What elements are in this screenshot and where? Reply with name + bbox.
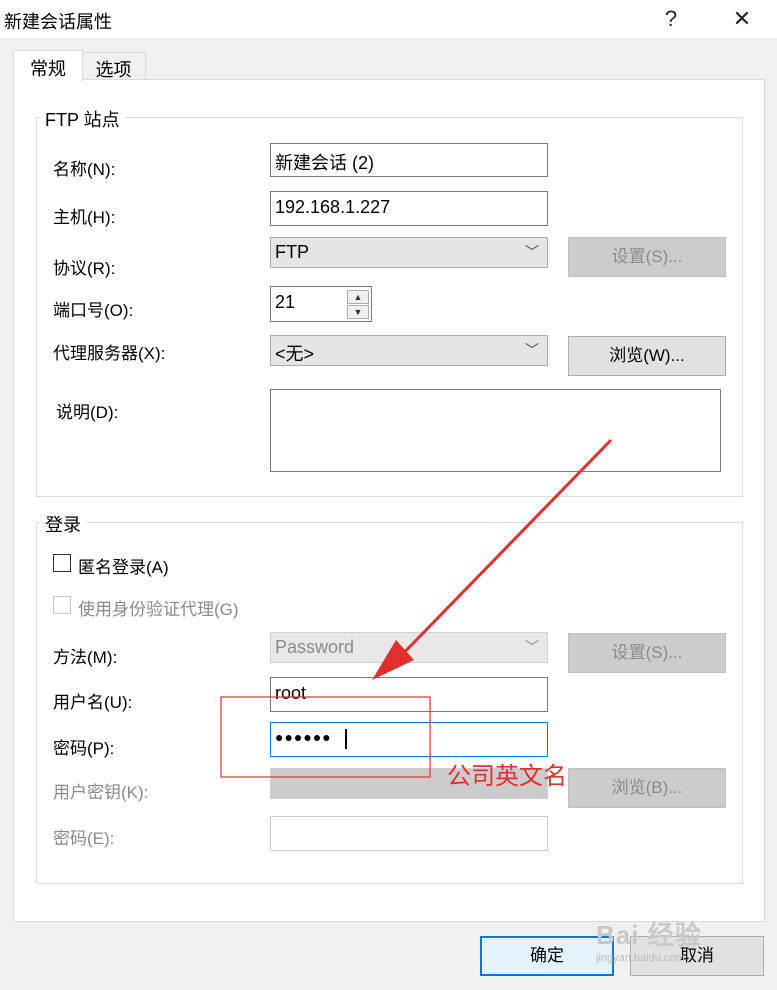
port-stepper[interactable]: 21 ▲ ▼ xyxy=(270,286,372,322)
properties-dialog: 新建会话属性 ? ✕ 常规 选项 FTP 站点 名称(N): 新建会话 (2) … xyxy=(0,0,777,990)
chevron-down-icon: ﹀ xyxy=(525,342,539,358)
proxy-label: 代理服务器(X): xyxy=(53,344,166,363)
name-label: 名称(N): xyxy=(53,160,116,179)
help-button[interactable]: ? xyxy=(651,4,691,34)
protocol-select[interactable]: FTP ﹀ xyxy=(270,237,548,268)
method-label: 方法(M): xyxy=(53,648,118,667)
chevron-down-icon: ﹀ xyxy=(525,639,539,655)
password-field[interactable]: ●●●●●● xyxy=(270,722,548,757)
text-cursor xyxy=(345,729,347,749)
host-label: 主机(H): xyxy=(53,208,116,227)
window-title: 新建会话属性 xyxy=(4,12,112,32)
passphrase-field[interactable] xyxy=(270,816,548,851)
ok-button[interactable]: 确定 xyxy=(480,936,614,976)
proxy-browse-button[interactable]: 浏览(W)... xyxy=(568,336,726,376)
tab-general[interactable]: 常规 xyxy=(13,50,83,82)
user-key-label: 用户密钥(K): xyxy=(53,783,149,802)
auth-agent-checkbox[interactable] xyxy=(53,596,71,614)
close-button[interactable]: ✕ xyxy=(722,4,762,34)
chevron-down-icon: ﹀ xyxy=(525,244,539,260)
watermark: Bai 经验 jingyan.baidu.com xyxy=(596,915,702,964)
protocol-settings-button[interactable]: 设置(S)... xyxy=(568,237,726,277)
tab-panel-general: FTP 站点 名称(N): 新建会话 (2) 主机(H): 192.168.1.… xyxy=(13,79,765,922)
username-field[interactable]: root xyxy=(270,677,548,712)
user-key-browse-button[interactable]: 浏览(B)... xyxy=(568,768,726,808)
host-field[interactable]: 192.168.1.227 xyxy=(270,191,548,226)
name-field-value: 新建会话 (2) xyxy=(275,153,374,173)
watermark-logo: Bai 经验 xyxy=(596,920,702,950)
title-bar: 新建会话属性 ? ✕ xyxy=(0,0,777,38)
spin-up-icon[interactable]: ▲ xyxy=(347,290,369,304)
anonymous-checkbox[interactable] xyxy=(53,554,71,572)
host-field-value: 192.168.1.227 xyxy=(275,197,391,217)
auth-agent-label: 使用身份验证代理(G) xyxy=(78,600,239,619)
watermark-url: jingyan.baidu.com xyxy=(596,952,685,964)
passphrase-label: 密码(E): xyxy=(53,829,115,848)
password-field-value: ●●●●●● xyxy=(275,729,332,745)
description-field[interactable] xyxy=(270,389,721,472)
anonymous-label: 匿名登录(A) xyxy=(78,558,169,577)
annotation-text: 公司英文名 xyxy=(447,762,567,790)
protocol-select-value: FTP xyxy=(275,242,309,262)
spin-down-icon[interactable]: ▼ xyxy=(347,305,369,319)
tab-general-label: 常规 xyxy=(30,59,66,79)
username-field-value: root xyxy=(275,683,307,703)
port-value: 21 xyxy=(275,292,296,312)
method-settings-button[interactable]: 设置(S)... xyxy=(568,633,726,673)
port-label: 端口号(O): xyxy=(53,301,134,320)
login-group-title: 登录 xyxy=(40,511,86,537)
username-label: 用户名(U): xyxy=(53,693,133,712)
method-select-value: Password xyxy=(275,637,355,657)
proxy-select[interactable]: <无> ﹀ xyxy=(270,335,548,366)
protocol-label: 协议(R): xyxy=(53,259,116,278)
method-select[interactable]: Password ﹀ xyxy=(270,632,548,663)
tab-options[interactable]: 选项 xyxy=(81,52,146,81)
description-label: 说明(D): xyxy=(56,403,119,422)
name-field[interactable]: 新建会话 (2) xyxy=(270,143,548,177)
proxy-select-value: <无> xyxy=(275,344,315,364)
ftp-site-group-title: FTP 站点 xyxy=(40,106,125,132)
password-label: 密码(P): xyxy=(53,739,115,758)
